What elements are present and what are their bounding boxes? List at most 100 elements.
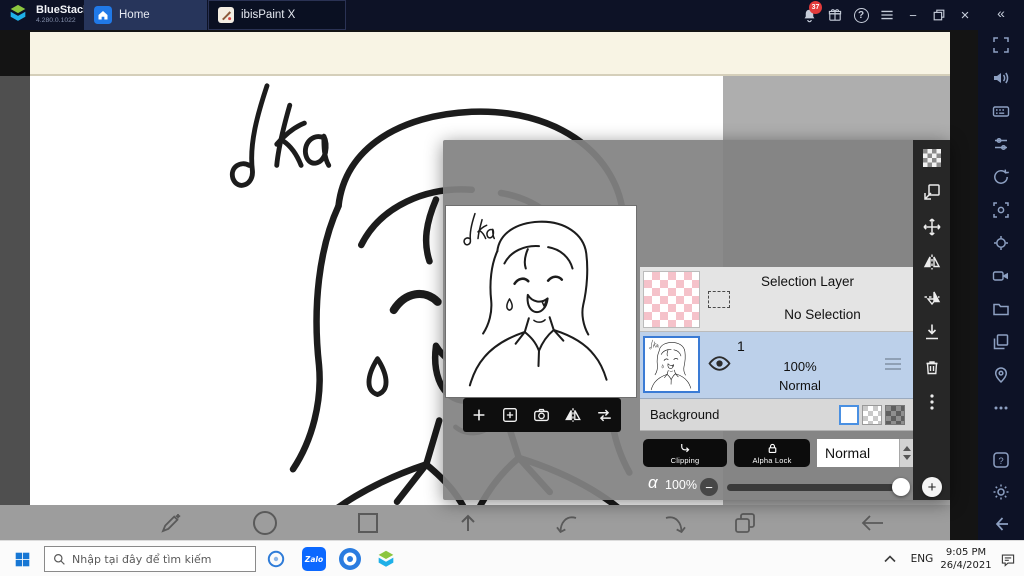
help-icon: ?	[853, 7, 869, 23]
more-options-icon[interactable]	[922, 392, 942, 412]
coccoc-app-button[interactable]	[332, 541, 368, 576]
rectangle-tool-icon[interactable]	[356, 511, 380, 535]
background-white-swatch[interactable]	[839, 404, 859, 425]
tray-clock[interactable]: 9:05 PM 26/4/2021	[938, 546, 994, 572]
spinner-down-icon[interactable]	[902, 455, 911, 460]
alpha-slider-knob[interactable]	[892, 478, 910, 496]
redo-icon[interactable]	[663, 511, 687, 535]
background-row[interactable]: Background	[640, 399, 913, 431]
minimize-button[interactable]: −	[900, 0, 926, 30]
keyboard-controls-icon[interactable]	[991, 101, 1011, 121]
cortana-icon	[267, 550, 285, 568]
back-icon[interactable]	[991, 514, 1011, 534]
blend-mode-spinner[interactable]	[899, 439, 913, 467]
transparent-background-icon[interactable]	[922, 149, 941, 167]
flip-vertical-icon[interactable]	[922, 287, 942, 307]
add-layer-special-icon[interactable]	[501, 406, 519, 424]
background-checker-swatch[interactable]	[862, 404, 882, 425]
volume-icon[interactable]	[991, 68, 1011, 88]
restore-icon	[932, 8, 946, 22]
alpha-decrease-button[interactable]: −	[700, 478, 718, 496]
zoom-icon[interactable]	[991, 233, 1011, 253]
coccoc-icon	[339, 548, 361, 570]
layer-row[interactable]: 1 100% Normal	[640, 332, 913, 399]
tool-icon[interactable]	[159, 511, 185, 535]
cortana-button[interactable]	[258, 541, 294, 576]
add-layer-icon[interactable]	[470, 406, 488, 424]
flip-horizontal-icon[interactable]	[564, 406, 582, 424]
back-arrow-icon[interactable]	[860, 511, 886, 535]
bluestacks-app-button[interactable]	[368, 541, 404, 576]
alpha-value: 100%	[665, 478, 697, 492]
alpha-increase-button[interactable]: +	[922, 477, 942, 497]
start-button[interactable]	[0, 541, 44, 576]
restore-button[interactable]	[926, 0, 952, 30]
close-button[interactable]: ×	[952, 0, 978, 30]
layer-thumbnail[interactable]	[643, 336, 700, 393]
tray-date: 26/4/2021	[940, 560, 992, 571]
undo-icon[interactable]	[555, 511, 579, 535]
transfer-icon[interactable]	[595, 406, 614, 424]
fullscreen-icon[interactable]	[991, 35, 1011, 55]
home-icon	[94, 6, 112, 24]
upload-icon[interactable]	[456, 511, 480, 535]
ellipse-tool-icon[interactable]	[251, 509, 279, 537]
selection-layer-row[interactable]: Selection Layer No Selection	[640, 267, 913, 332]
clipping-button[interactable]: Clipping	[643, 439, 727, 467]
flip-horizontal-icon[interactable]	[922, 252, 942, 272]
settings-gear-icon[interactable]	[991, 482, 1011, 502]
layer-add-toolbar	[463, 398, 621, 432]
action-center-button[interactable]	[994, 541, 1022, 576]
record-screen-icon[interactable]	[991, 266, 1011, 286]
alpha-lock-button[interactable]: Alpha Lock	[734, 439, 810, 467]
selection-layer-thumbnail[interactable]	[643, 271, 700, 328]
selection-layer-status: No Selection	[784, 307, 861, 322]
alpha-symbol: α	[648, 473, 658, 492]
delete-layer-icon[interactable]	[922, 357, 942, 377]
layers-icon[interactable]	[733, 511, 757, 535]
rotate-icon[interactable]	[991, 167, 1011, 187]
tab-home[interactable]: Home	[84, 0, 207, 30]
tab-ibispaint[interactable]: ibisPaint X	[208, 0, 346, 30]
location-icon[interactable]	[991, 365, 1011, 385]
layer-visibility-eye-icon[interactable]	[708, 355, 731, 372]
layer-blend-mode: Normal	[779, 378, 821, 393]
sidebar-help-icon[interactable]: ?	[991, 450, 1011, 470]
move-icon[interactable]	[922, 217, 942, 237]
clipping-label: Clipping	[670, 455, 700, 465]
merge-down-icon[interactable]	[922, 322, 942, 342]
sidebar-collapse-button[interactable]: «	[997, 0, 1005, 26]
ad-banner[interactable]	[30, 32, 950, 76]
windows-taskbar: Zalo ENG 9:05 PM 26/4/2021	[0, 540, 1024, 576]
camera-import-icon[interactable]	[532, 406, 551, 424]
help-button[interactable]: ?	[848, 0, 874, 30]
more-options-icon[interactable]	[991, 398, 1011, 418]
background-dark-checker-swatch[interactable]	[885, 404, 905, 425]
multi-instance-icon[interactable]	[991, 332, 1011, 352]
alpha-slider-track[interactable]	[727, 484, 895, 491]
svg-text:?: ?	[998, 456, 1003, 467]
notifications-button[interactable]: 37	[796, 0, 822, 30]
tray-expand-button[interactable]	[878, 541, 902, 576]
controls-editor-icon[interactable]	[991, 134, 1011, 154]
zalo-icon: Zalo	[302, 547, 326, 571]
bluestacks-window: BlueStacks 4.280.0.1022 Home ibisPaint X…	[0, 0, 1024, 576]
rewards-button[interactable]	[822, 0, 848, 30]
blend-mode-select[interactable]: Normal	[817, 439, 913, 467]
selection-marquee-icon	[708, 291, 730, 308]
spinner-up-icon[interactable]	[902, 446, 911, 451]
canvas-preview[interactable]	[445, 205, 637, 398]
search-icon	[53, 553, 66, 566]
clipping-icon	[678, 442, 692, 455]
layer-drag-handle[interactable]	[885, 358, 901, 373]
tab-home-label: Home	[119, 9, 150, 21]
zalo-app-button[interactable]: Zalo	[296, 541, 332, 576]
windows-logo-icon	[15, 552, 29, 566]
language-indicator[interactable]: ENG	[904, 541, 940, 576]
menu-button[interactable]	[874, 0, 900, 30]
layer-transform-icon[interactable]	[922, 182, 942, 202]
screenshot-icon[interactable]	[991, 200, 1011, 220]
taskbar-search[interactable]	[44, 546, 256, 572]
search-input[interactable]	[72, 552, 255, 566]
media-folder-icon[interactable]	[991, 299, 1011, 319]
